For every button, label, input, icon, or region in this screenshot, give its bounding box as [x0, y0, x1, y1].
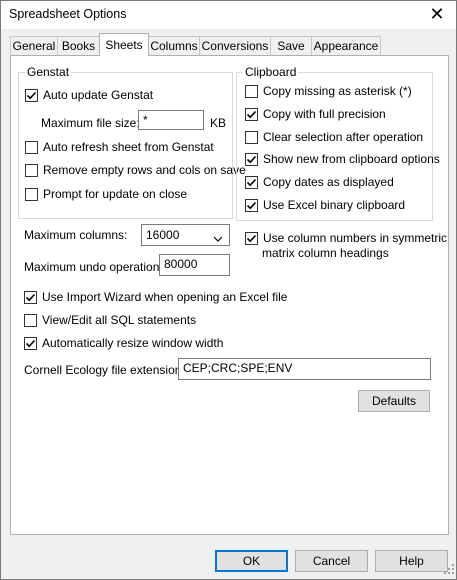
- tab-appearance[interactable]: Appearance: [311, 36, 381, 55]
- cornell-label: Cornell Ecology file extensions:: [24, 363, 191, 377]
- symmetric-check-icon: [245, 231, 258, 245]
- copy-missing-box: [245, 84, 258, 98]
- excel-binary-checkbox[interactable]: Use Excel binary clipboard: [245, 197, 405, 213]
- genstat-group: Genstat Auto update Genstat Maximum file…: [18, 65, 246, 219]
- ok-button[interactable]: OK: [215, 550, 288, 572]
- copy-precision-check-icon: [245, 107, 258, 121]
- prompt-update-box: [25, 187, 38, 201]
- auto-refresh-label: Auto refresh sheet from Genstat: [43, 140, 214, 154]
- auto-resize-label: Automatically resize window width: [42, 336, 224, 350]
- tab-books[interactable]: Books: [57, 36, 100, 55]
- copy-missing-label: Copy missing as asterisk (*): [263, 84, 412, 98]
- chevron-down-icon: [213, 231, 223, 245]
- tab-save[interactable]: Save: [270, 36, 312, 55]
- window-title: Spreadsheet Options: [9, 7, 127, 21]
- remove-empty-label: Remove empty rows and cols on save: [43, 163, 246, 177]
- auto-update-label: Auto update Genstat: [43, 88, 154, 102]
- import-wizard-label: Use Import Wizard when opening an Excel …: [42, 290, 288, 304]
- resize-grip-icon[interactable]: [444, 563, 454, 577]
- remove-empty-checkbox[interactable]: Remove empty rows and cols on save: [25, 162, 246, 178]
- view-sql-box: [24, 313, 37, 327]
- copy-dates-checkbox[interactable]: Copy dates as displayed: [245, 174, 394, 190]
- view-sql-label: View/Edit all SQL statements: [42, 313, 197, 327]
- cancel-button[interactable]: Cancel: [295, 550, 368, 572]
- max-columns-value: 16000: [146, 228, 180, 242]
- copy-dates-check-icon: [245, 175, 258, 189]
- show-new-check-icon: [245, 152, 258, 166]
- prompt-update-label: Prompt for update on close: [43, 187, 188, 201]
- tab-columns[interactable]: Columns: [148, 36, 200, 55]
- clipboard-group: Clipboard Copy missing as asterisk (*) C…: [236, 65, 440, 221]
- copy-missing-checkbox[interactable]: Copy missing as asterisk (*): [245, 83, 412, 99]
- max-columns-label: Maximum columns:: [24, 228, 128, 242]
- tab-sheets[interactable]: Sheets: [99, 33, 149, 56]
- show-new-label: Show new from clipboard options: [263, 152, 440, 166]
- auto-update-check-icon: [25, 88, 38, 102]
- tab-conversions[interactable]: Conversions: [199, 36, 271, 55]
- auto-resize-checkbox[interactable]: Automatically resize window width: [24, 335, 223, 351]
- symmetric-label-line1: Use column numbers in symmetric: [263, 231, 448, 245]
- clipboard-group-title: Clipboard: [243, 65, 299, 79]
- cornell-extensions-input[interactable]: CEP;CRC;SPE;ENV: [178, 358, 431, 380]
- copy-dates-label: Copy dates as displayed: [263, 175, 394, 189]
- genstat-group-title: Genstat: [25, 65, 72, 79]
- prompt-update-checkbox[interactable]: Prompt for update on close: [25, 186, 187, 202]
- remove-empty-box: [25, 163, 38, 177]
- options-dialog: Spreadsheet Options ✕ General Books Shee…: [0, 0, 457, 580]
- excel-binary-label: Use Excel binary clipboard: [263, 198, 406, 212]
- clear-selection-label: Clear selection after operation: [263, 130, 424, 144]
- clear-selection-checkbox[interactable]: Clear selection after operation: [245, 129, 423, 145]
- sheets-panel: Genstat Auto update Genstat Maximum file…: [10, 55, 449, 535]
- import-wizard-checkbox[interactable]: Use Import Wizard when opening an Excel …: [24, 289, 287, 305]
- tab-general[interactable]: General: [10, 36, 58, 55]
- excel-binary-check-icon: [245, 198, 258, 212]
- copy-precision-checkbox[interactable]: Copy with full precision: [245, 106, 386, 122]
- max-undo-input[interactable]: 80000: [159, 254, 230, 276]
- import-wizard-check-icon: [24, 290, 37, 304]
- close-icon[interactable]: ✕: [426, 3, 448, 25]
- clear-selection-box: [245, 130, 258, 144]
- max-file-size-unit: KB: [210, 116, 227, 130]
- auto-update-checkbox[interactable]: Auto update Genstat: [25, 87, 153, 103]
- view-sql-checkbox[interactable]: View/Edit all SQL statements: [24, 312, 196, 328]
- title-bar: Spreadsheet Options ✕: [1, 1, 456, 29]
- auto-refresh-box: [25, 140, 38, 154]
- max-file-size-label: Maximum file size:: [41, 116, 140, 130]
- max-file-size-input[interactable]: *: [138, 110, 204, 130]
- auto-refresh-checkbox[interactable]: Auto refresh sheet from Genstat: [25, 139, 214, 155]
- show-new-checkbox[interactable]: Show new from clipboard options: [245, 151, 440, 167]
- help-button[interactable]: Help: [375, 550, 448, 572]
- defaults-button[interactable]: Defaults: [358, 390, 430, 412]
- max-undo-label: Maximum undo operations:: [24, 260, 169, 274]
- symmetric-checkbox[interactable]: Use column numbers in symmetric: [245, 230, 447, 246]
- symmetric-label-line2: matrix column headings: [262, 246, 389, 260]
- auto-resize-check-icon: [24, 336, 37, 350]
- max-columns-select[interactable]: 16000: [141, 224, 230, 246]
- copy-precision-label: Copy with full precision: [263, 107, 386, 121]
